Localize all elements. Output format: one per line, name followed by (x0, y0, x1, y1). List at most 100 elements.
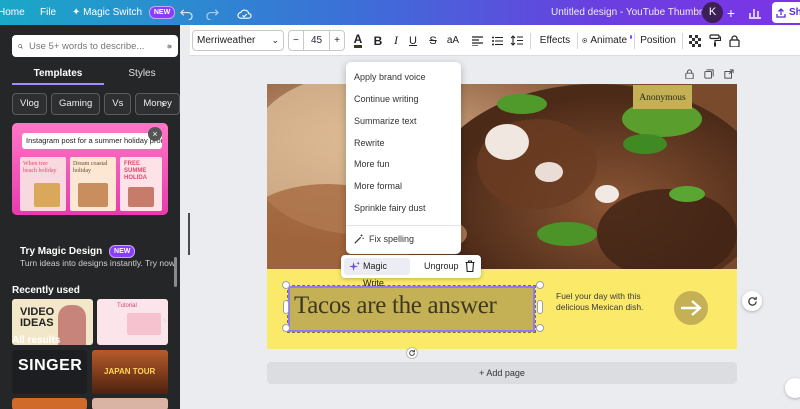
chevron-right-icon[interactable]: › (163, 313, 167, 327)
recent-template-thumbnail[interactable]: Tutorial (97, 299, 168, 345)
transparency-icon[interactable] (688, 25, 702, 56)
file-menu[interactable]: File (40, 0, 56, 25)
resize-handle[interactable] (282, 324, 290, 332)
spacing-icon[interactable] (510, 25, 524, 56)
result-template-thumbnail[interactable]: SINGER (12, 350, 87, 394)
font-size-input[interactable]: 45 (302, 31, 331, 50)
menu-item-summarize-text[interactable]: Summarize text (354, 114, 417, 128)
position-button[interactable]: Position (640, 25, 676, 56)
menu-item-more-fun[interactable]: More fun (354, 157, 390, 171)
undo-icon[interactable] (178, 5, 194, 21)
search-box[interactable] (12, 35, 178, 57)
try-title-text: Try Magic Design (20, 246, 103, 258)
promo-card: Dream coastal holiday (70, 157, 116, 211)
side-handle[interactable] (283, 300, 289, 314)
result-template-thumbnail[interactable] (12, 398, 87, 409)
thumbnail-person (58, 305, 86, 345)
side-handle[interactable] (537, 300, 543, 314)
strikethrough-button[interactable]: S (426, 25, 440, 56)
chevron-right-icon[interactable]: › (161, 93, 175, 115)
chip-gaming[interactable]: Gaming (51, 93, 101, 115)
menu-item-more-formal[interactable]: More formal (354, 179, 402, 193)
resize-handle[interactable] (282, 281, 290, 289)
rotate-handle[interactable] (406, 347, 418, 359)
list-icon[interactable] (490, 25, 504, 56)
magic-write-label: Magic Write (363, 261, 388, 288)
element-context-bar: Magic Write Ungroup (341, 255, 481, 288)
chip-vs[interactable]: Vs (104, 93, 132, 115)
letter-case-button[interactable]: aA (444, 25, 462, 56)
thumbnail-image (127, 313, 161, 335)
increase-size-button[interactable]: + (334, 35, 340, 46)
lock-icon[interactable] (727, 25, 741, 56)
arrow-button-graphic[interactable] (674, 291, 708, 325)
search-input[interactable] (29, 40, 161, 52)
fix-spelling-label: Fix spelling (369, 234, 415, 244)
toolbar-divider (634, 33, 635, 49)
try-magic-design-title[interactable]: Try Magic Design NEW (20, 245, 136, 258)
panel-tabs: Templates Styles (0, 65, 180, 85)
add-collaborator-icon[interactable]: + (723, 5, 739, 21)
trash-icon[interactable] (465, 260, 475, 275)
filter-icon[interactable] (167, 41, 172, 52)
ungroup-button[interactable]: Ungroup (424, 258, 459, 275)
menu-divider (346, 225, 461, 226)
menu-item-rewrite[interactable]: Rewrite (354, 136, 385, 150)
tagline-text[interactable]: Fuel your day with this delicious Mexica… (556, 291, 666, 313)
resize-handle[interactable] (536, 281, 544, 289)
refresh-button[interactable] (742, 291, 762, 311)
close-icon[interactable]: × (148, 127, 162, 141)
anonymous-label[interactable]: Anonymous (633, 85, 692, 109)
promo-card: FREE SUMME HOLIDA (120, 157, 162, 211)
headline-text-box[interactable]: Tacos are the answer (287, 285, 536, 333)
tab-templates[interactable]: Templates (12, 65, 104, 85)
lock-icon[interactable] (685, 69, 694, 79)
home-link[interactable]: Home (0, 0, 25, 25)
help-button[interactable] (785, 378, 800, 398)
resize-handle[interactable] (536, 324, 544, 332)
new-badge: NEW (148, 5, 176, 19)
duplicate-icon[interactable] (704, 69, 714, 79)
menu-item-continue-writing[interactable]: Continue writing (354, 92, 419, 106)
menu-item-fix-spelling[interactable]: Fix spelling (354, 232, 414, 246)
top-bar: Home File ✦ Magic Switch NEW Untitled de… (0, 0, 800, 25)
decrease-size-button[interactable]: − (293, 35, 299, 46)
page-actions (685, 69, 735, 83)
document-title[interactable]: Untitled design - YouTube Thumbnail (551, 0, 714, 25)
magic-write-button[interactable]: Magic Write (344, 258, 410, 288)
chip-vlog[interactable]: Vlog (12, 93, 48, 115)
new-badge: NEW (109, 245, 136, 258)
italic-button[interactable]: I (389, 25, 403, 56)
text-color-icon: A (353, 32, 363, 48)
paint-roller-icon[interactable] (708, 25, 722, 56)
arrow-right-icon (681, 300, 702, 316)
menu-item-sprinkle-fairy-dust[interactable]: Sprinkle fairy dust (354, 201, 426, 215)
refresh-icon (747, 296, 757, 306)
animate-button[interactable]: Animate (582, 25, 632, 56)
magic-switch-button[interactable]: ✦ Magic Switch NEW (72, 0, 176, 25)
align-left-icon[interactable] (470, 25, 484, 56)
avatar[interactable]: K (702, 2, 723, 23)
result-template-thumbnail[interactable]: JAPAN TOUR (92, 350, 168, 394)
add-page-button[interactable]: + Add page (267, 362, 737, 384)
insights-icon[interactable] (747, 4, 763, 20)
bold-button[interactable]: B (370, 25, 386, 56)
magic-design-promo[interactable]: Instagram post for a summer holiday prom… (12, 123, 168, 215)
tab-styles[interactable]: Styles (104, 65, 180, 85)
panel-scrollbar[interactable] (174, 257, 177, 287)
redo-icon[interactable] (204, 5, 220, 21)
font-size-stepper[interactable]: − 45 + (288, 30, 345, 51)
add-page-icon[interactable] (724, 69, 734, 79)
promo-image (128, 187, 154, 207)
taco-photo[interactable]: Anonymous (267, 84, 737, 269)
effects-button[interactable]: Effects (535, 25, 575, 56)
share-button[interactable]: Sh (772, 2, 800, 23)
underline-button[interactable]: U (406, 25, 420, 56)
font-family-select[interactable]: Merriweather ⌄ (192, 30, 284, 51)
result-template-thumbnail[interactable] (92, 398, 168, 409)
cloud-save-icon[interactable] (236, 5, 252, 21)
headline-text[interactable]: Tacos are the answer (294, 292, 497, 320)
menu-item-apply-brand-voice[interactable]: Apply brand voice (354, 70, 426, 84)
promo-card-text: When tree beach holiday (23, 161, 57, 174)
text-color-button[interactable]: A (350, 25, 366, 56)
